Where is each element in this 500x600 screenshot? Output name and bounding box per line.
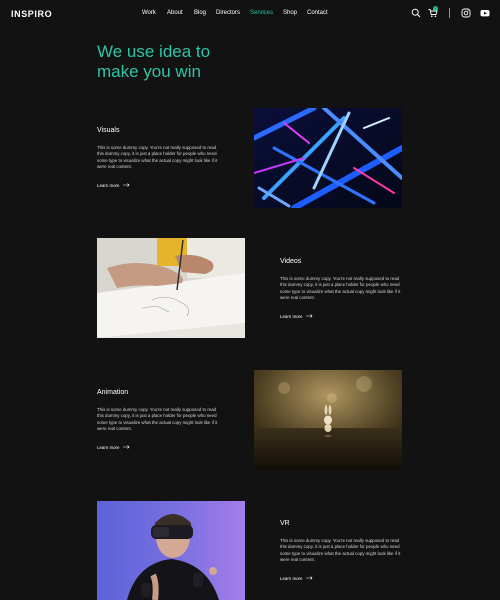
learn-more-label: Learn more [97, 445, 120, 450]
service-body-videos: This is some dummy copy. You're not real… [280, 276, 401, 301]
nav-item-work[interactable]: Work [142, 10, 156, 16]
service-body-vr: This is some dummy copy. You're not real… [280, 538, 401, 563]
nav-item-blog[interactable]: Blog [194, 10, 206, 16]
instagram-icon[interactable] [461, 8, 471, 18]
site-header: INSPIRO Work About Blog Directors Servic… [0, 0, 500, 26]
vr-headset-man-image [97, 501, 245, 600]
learn-more-link-visuals[interactable]: Learn more [97, 183, 130, 188]
search-icon[interactable] [411, 8, 421, 18]
nav-item-about[interactable]: About [167, 10, 183, 16]
service-title-videos: Videos [280, 258, 302, 265]
learn-more-label: Learn more [280, 314, 303, 319]
nav-item-contact[interactable]: Contact [307, 10, 328, 16]
header-divider [449, 8, 450, 18]
service-title-visuals: Visuals [97, 127, 120, 134]
cart-count-badge: 0 [433, 6, 438, 11]
learn-more-link-vr[interactable]: Learn more [280, 576, 313, 581]
headline-line-1: We use idea to [97, 42, 211, 61]
arrow-right-icon [306, 576, 313, 581]
arrow-right-icon [123, 445, 130, 450]
learn-more-label: Learn more [97, 183, 120, 188]
service-body-visuals: This is some dummy copy. You're not real… [97, 145, 218, 170]
arrow-right-icon [306, 314, 313, 319]
service-title-animation: Animation [97, 389, 129, 396]
service-title-vr: VR [280, 520, 290, 527]
nav-item-directors[interactable]: Directors [216, 10, 240, 16]
headline-line-2: make you win [97, 62, 201, 81]
arrow-right-icon [123, 183, 130, 188]
main-nav: Work About Blog Directors Services Shop … [0, 10, 500, 20]
learn-more-label: Learn more [280, 576, 303, 581]
learn-more-link-animation[interactable]: Learn more [97, 445, 130, 450]
neon-tubes-image [254, 108, 402, 208]
hand-drawing-image [97, 238, 245, 338]
youtube-icon[interactable] [480, 8, 490, 18]
nav-item-services[interactable]: Services [250, 10, 273, 16]
nav-item-shop[interactable]: Shop [283, 10, 297, 16]
learn-more-link-videos[interactable]: Learn more [280, 314, 313, 319]
page-headline: We use idea to make you win [97, 42, 297, 82]
bunny-figurine-image [254, 370, 402, 470]
service-body-animation: This is some dummy copy. You're not real… [97, 407, 218, 432]
cart-icon[interactable]: 0 [428, 6, 438, 18]
